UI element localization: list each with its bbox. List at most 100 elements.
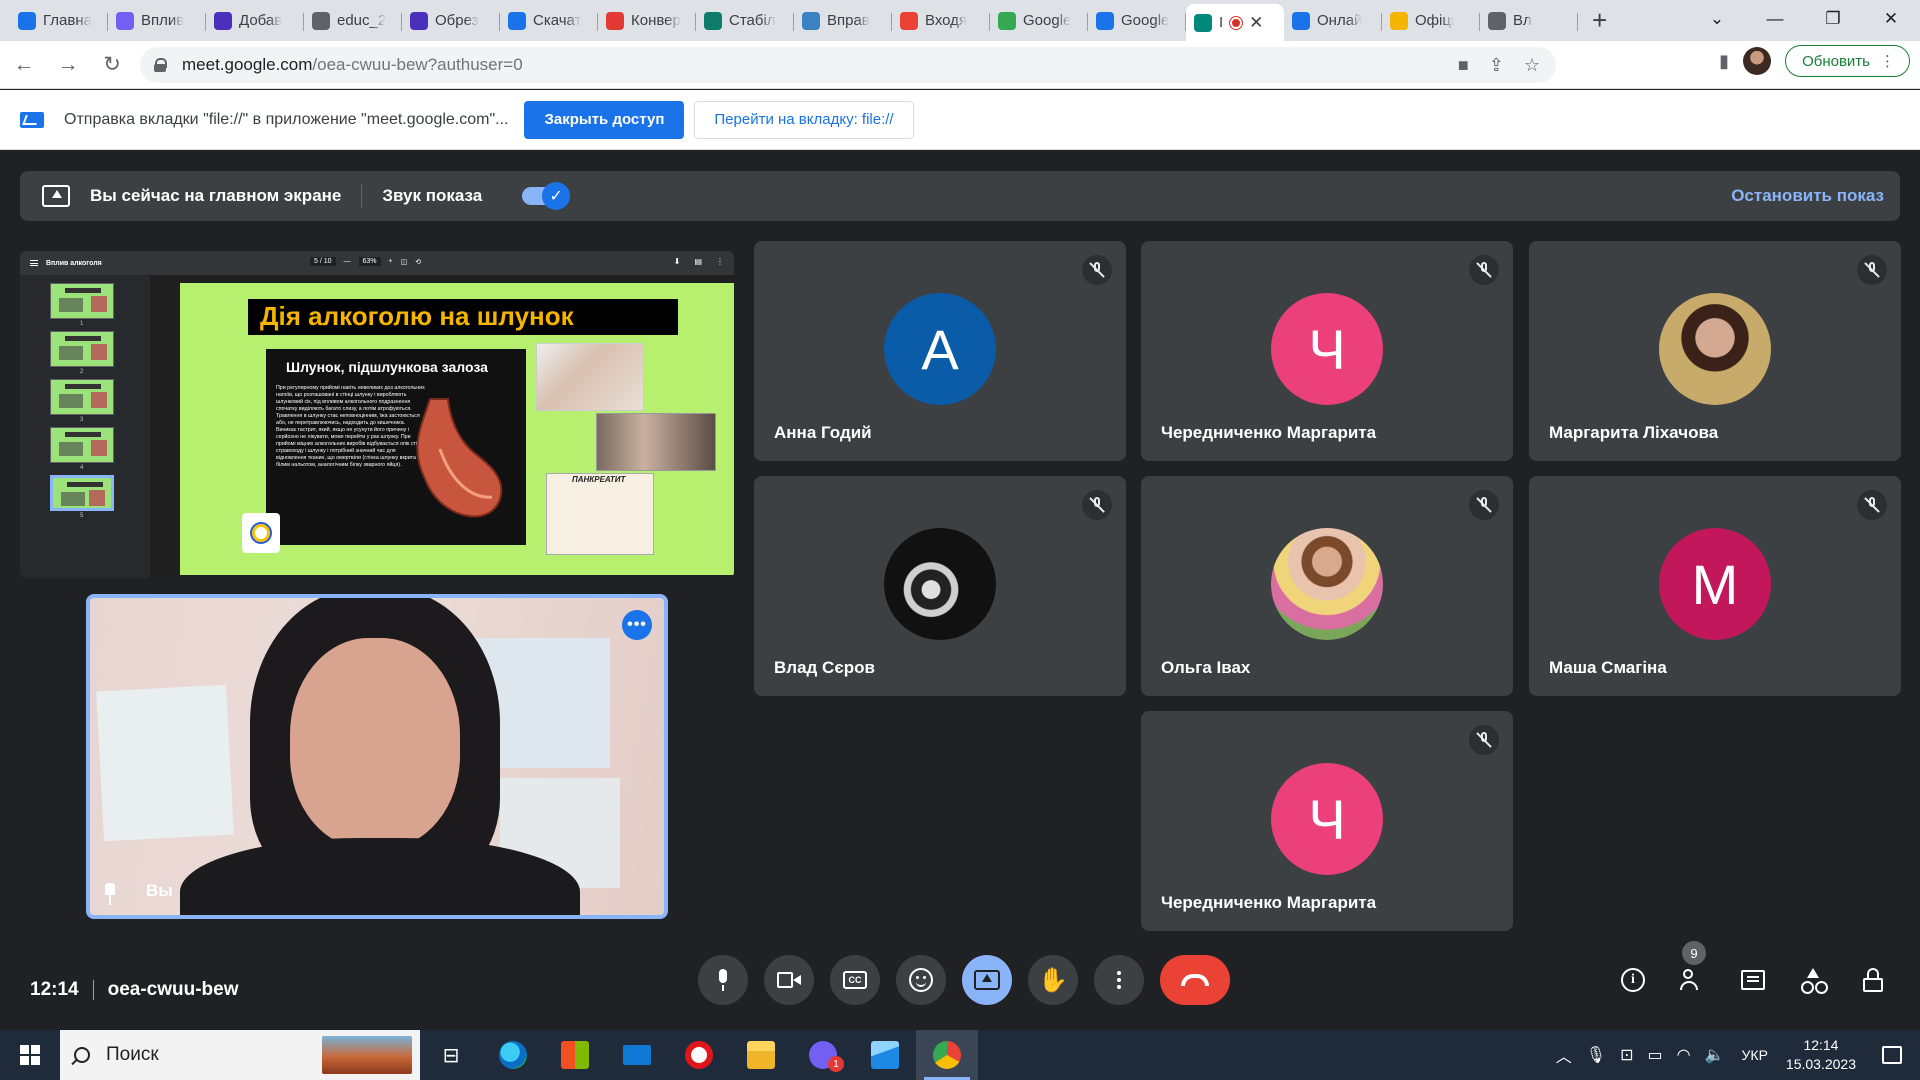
participant-avatar: Ч <box>1271 763 1383 875</box>
captions-button[interactable]: CC <box>830 955 880 1005</box>
task-view-button[interactable]: ⊟ <box>420 1030 482 1080</box>
reload-button[interactable]: ↻ <box>92 45 132 85</box>
network-tray-icon[interactable]: ⊡ <box>1620 1045 1633 1065</box>
microphone-tray-icon[interactable]: 🎙 <box>1586 1045 1606 1065</box>
tab-search-icon[interactable]: ⌄ <box>1688 9 1746 29</box>
tab-title: I <box>1219 14 1224 31</box>
reactions-button[interactable] <box>896 955 946 1005</box>
mic-off-icon <box>1476 732 1492 748</box>
profile-avatar[interactable] <box>1743 47 1772 75</box>
participant-avatar: А <box>884 293 996 405</box>
browser-tab[interactable]: Добав <box>206 4 304 38</box>
activities-button[interactable] <box>1788 955 1838 1005</box>
notifications-icon[interactable] <box>1882 1046 1902 1064</box>
muted-indicator <box>1082 255 1112 285</box>
start-button[interactable] <box>0 1030 60 1080</box>
meeting-info-button[interactable]: i <box>1608 955 1658 1005</box>
browser-tab[interactable]: Вплив <box>108 4 206 38</box>
browser-tab[interactable]: Google <box>1088 4 1186 38</box>
taskbar-explorer[interactable] <box>730 1030 792 1080</box>
self-video-tile[interactable]: ••• Вы <box>86 594 668 919</box>
pancreas-label: ПАНКРЕАТИТ <box>572 475 626 484</box>
tile-more-options-button[interactable]: ••• <box>622 610 652 640</box>
participant-tile[interactable]: Ч Чередниченко Маргарита <box>1141 711 1513 931</box>
participant-tile[interactable]: Ч Чередниченко Маргарита <box>1141 241 1513 461</box>
browser-tab[interactable]: Главна <box>10 4 108 38</box>
update-button[interactable]: Обновить ⋮ <box>1785 45 1910 77</box>
address-bar[interactable]: meet.google.com/oea-cwuu-bew?authuser=0 … <box>140 47 1556 83</box>
taskbar-store[interactable] <box>544 1030 606 1080</box>
participant-tile[interactable]: М Маша Смагіна <box>1529 476 1901 696</box>
thumb-title-bar <box>65 336 101 341</box>
browser-tab[interactable]: I ✕ <box>1186 4 1284 41</box>
browser-tab[interactable]: Вл <box>1480 4 1578 38</box>
browser-tab[interactable]: educ_2 <box>304 4 402 38</box>
tray-overflow-icon[interactable]: ︿ <box>1556 1043 1572 1067</box>
host-controls-button[interactable] <box>1848 955 1898 1005</box>
emoji-icon <box>909 968 933 992</box>
battery-icon[interactable]: ▭ <box>1648 1045 1663 1065</box>
input-language[interactable]: УКР <box>1742 1047 1768 1063</box>
camera-button[interactable] <box>764 955 814 1005</box>
bookmark-star-icon[interactable]: ☆ <box>1524 55 1540 76</box>
participant-tile[interactable]: А Анна Годий <box>754 241 1126 461</box>
browser-tab[interactable]: Онлай <box>1284 4 1382 38</box>
leave-call-button[interactable] <box>1160 955 1230 1005</box>
meet-icon <box>1194 13 1212 32</box>
camera-in-use-icon[interactable]: ■ <box>1458 55 1469 76</box>
browser-tab[interactable]: Стабіл <box>696 4 794 38</box>
taskbar-viber[interactable]: 1 <box>792 1030 854 1080</box>
browser-tab[interactable]: Обрез <box>402 4 500 38</box>
update-label: Обновить <box>1802 52 1870 70</box>
present-now-button[interactable] <box>962 955 1012 1005</box>
clock-time: 12:14 <box>1803 1037 1839 1053</box>
participant-tile[interactable]: Влад Сєров <box>754 476 1126 696</box>
back-button[interactable]: ← <box>4 45 44 85</box>
new-tab-button[interactable]: + <box>1578 0 1621 41</box>
taskbar-mail[interactable] <box>606 1030 668 1080</box>
shared-screen-tile[interactable]: Вплив алкоголя 5 / 10 — 63% + ◫ ⟲ ⬇ ▤ ⋮ … <box>20 251 734 578</box>
volume-icon[interactable]: 🔈 <box>1705 1045 1725 1065</box>
browser-tabstrip: Главна Вплив Добав educ_2 Обрез Скачат Конвер С… <box>0 0 1920 41</box>
browser-tab[interactable]: Скачат <box>500 4 598 38</box>
taskbar-photos[interactable] <box>854 1030 916 1080</box>
browser-tab[interactable]: Офіці <box>1382 4 1480 38</box>
chat-button[interactable] <box>1728 955 1778 1005</box>
gmail-icon <box>900 11 918 30</box>
muted-indicator <box>1469 255 1499 285</box>
raise-hand-button[interactable]: ✋ <box>1028 955 1078 1005</box>
stop-presenting-link[interactable]: Остановить показ <box>1731 171 1884 221</box>
taskbar-search[interactable]: Поиск <box>60 1030 420 1080</box>
check-icon: ✓ <box>542 182 571 210</box>
taskbar-edge[interactable] <box>482 1030 544 1080</box>
browser-tab[interactable]: Google <box>990 4 1088 38</box>
close-tab-icon[interactable]: ✕ <box>1249 13 1263 33</box>
meeting-details: 12:14 oea-cwuu-bew <box>30 970 239 1010</box>
participant-tile[interactable]: Маргарита Ліхачова <box>1529 241 1901 461</box>
close-window-icon[interactable]: ✕ <box>1862 9 1920 29</box>
thumb-image <box>91 440 107 456</box>
side-panel-icon[interactable]: ▮ <box>1719 51 1729 72</box>
taskbar-chrome[interactable] <box>916 1030 978 1080</box>
more-options-button[interactable] <box>1094 955 1144 1005</box>
browser-tab[interactable]: Вправ <box>794 4 892 38</box>
taskbar-clock[interactable]: 12:14 15.03.2023 <box>1786 1036 1856 1074</box>
browser-tab[interactable]: Конвер <box>598 4 696 38</box>
stop-sharing-button[interactable]: Закрыть доступ <box>524 100 685 139</box>
pin-icon[interactable] <box>102 883 118 905</box>
switch-to-tab-button[interactable]: Перейти на вкладку: file:// <box>694 100 914 139</box>
more-vert-icon <box>1117 971 1121 989</box>
share-audio-toggle[interactable]: ✓ <box>522 182 571 210</box>
browser-tab[interactable]: Входя <box>892 4 990 38</box>
microphone-button[interactable] <box>698 955 748 1005</box>
thumb-icon <box>508 11 526 30</box>
photos-icon <box>871 1041 899 1069</box>
taskbar-opera[interactable] <box>668 1030 730 1080</box>
minimize-icon[interactable]: — <box>1746 9 1804 29</box>
share-icon[interactable]: ⇪ <box>1489 55 1504 76</box>
people-button[interactable]: 9 <box>1668 941 1718 1005</box>
wifi-icon[interactable]: ◠ <box>1677 1045 1691 1065</box>
maximize-icon[interactable]: ❐ <box>1804 9 1862 29</box>
forward-button[interactable]: → <box>48 45 88 85</box>
participant-tile[interactable]: Ольга Івах <box>1141 476 1513 696</box>
